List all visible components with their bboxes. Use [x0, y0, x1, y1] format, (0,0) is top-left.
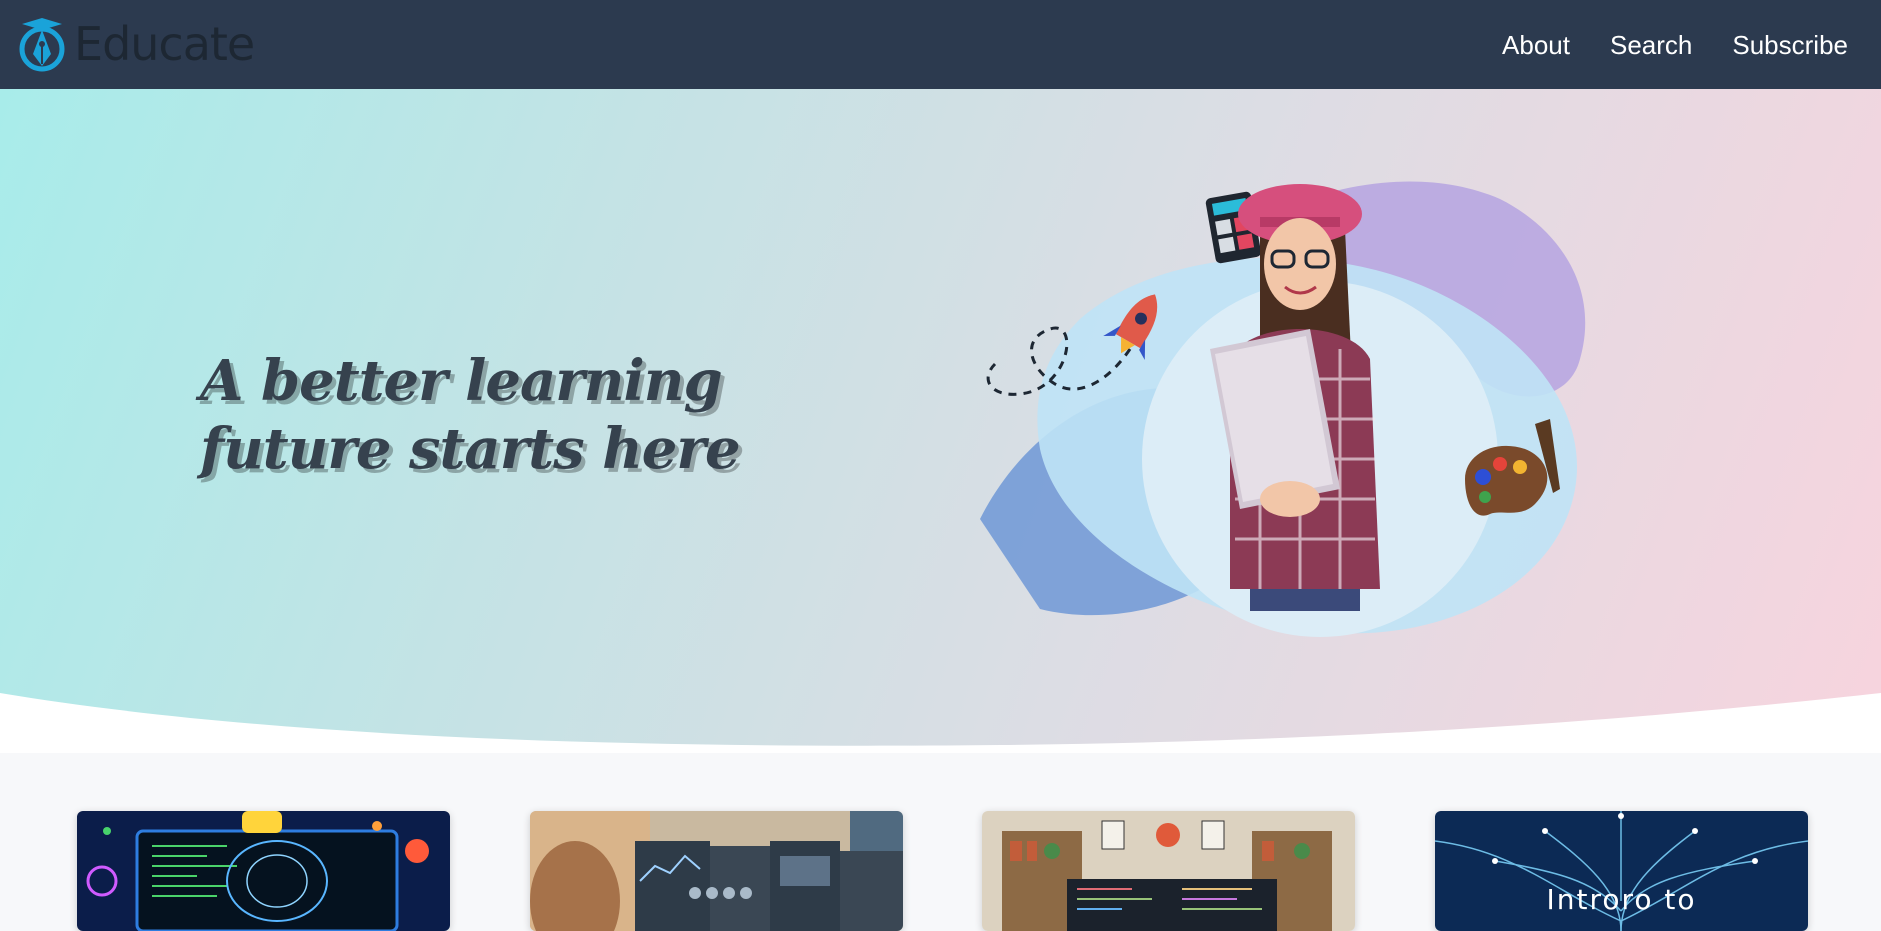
nav-link-about[interactable]: About: [1502, 32, 1570, 58]
course-card-3[interactable]: [982, 811, 1355, 931]
hero-illustration: [980, 181, 1586, 637]
course-card-4-title: Introro to: [1546, 883, 1697, 916]
hero-heading: A better learning future starts here: [200, 347, 820, 483]
course-card-1[interactable]: [77, 811, 450, 931]
data-analyst-dashboard-image: [530, 811, 903, 931]
hero-heading-line-1: A better learning: [200, 348, 723, 414]
course-cards-section: Introro to: [0, 753, 1881, 931]
brand-logo-link[interactable]: Educate: [16, 16, 255, 72]
graduation-pen-icon: [19, 18, 65, 72]
hero-bottom-wave: [0, 693, 1881, 753]
navbar: Educate About Search Subscribe: [0, 0, 1881, 89]
nav-link-subscribe[interactable]: Subscribe: [1732, 32, 1848, 58]
main-nav: About Search Subscribe: [1462, 0, 1848, 89]
hero-section: A better learning future starts here: [0, 89, 1881, 753]
python-ai-code-image: [77, 811, 450, 931]
brand-name: Educate: [74, 17, 255, 71]
nav-link-search[interactable]: Search: [1610, 32, 1692, 58]
developer-workspace-image: [982, 811, 1355, 931]
course-card-2[interactable]: [530, 811, 903, 931]
course-card-4[interactable]: Introro to: [1435, 811, 1808, 931]
hero-heading-line-2: future starts here: [200, 416, 741, 482]
